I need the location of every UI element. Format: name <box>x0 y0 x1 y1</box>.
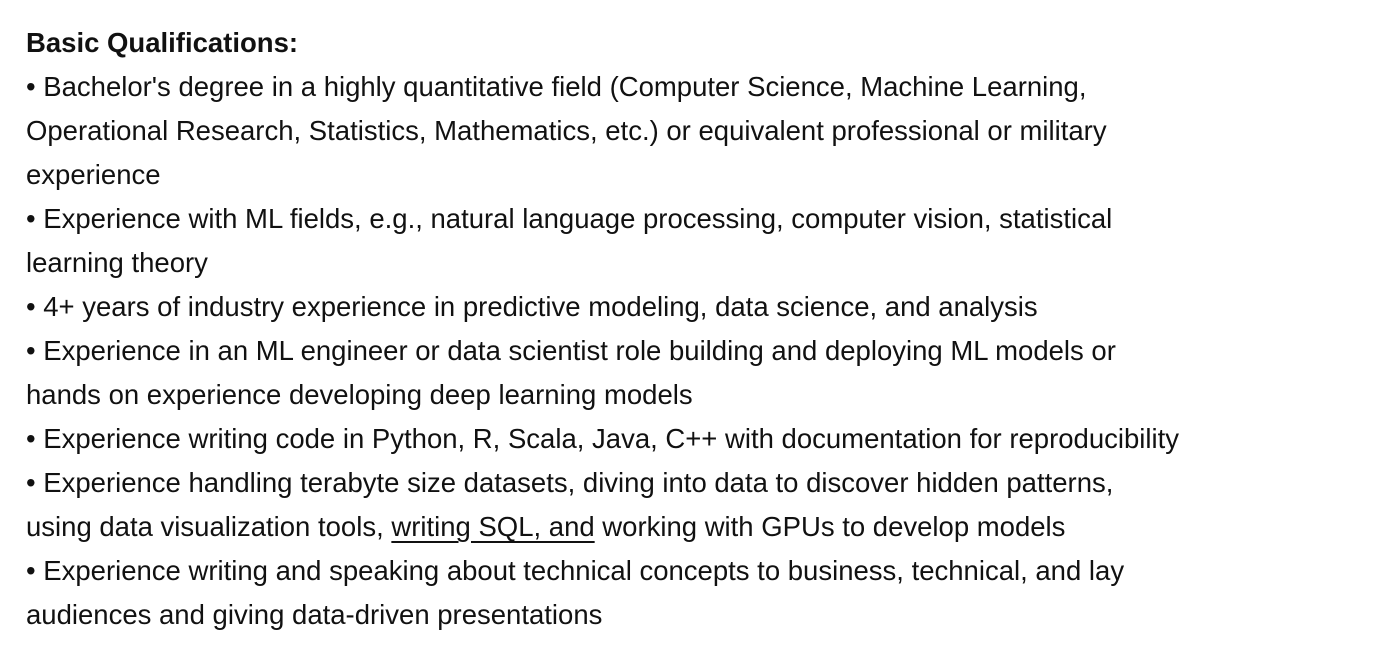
section-heading: Basic Qualifications: <box>26 27 299 58</box>
text-line: • 4+ years of industry experience in pre… <box>26 291 1038 322</box>
text-line: • Experience writing code in Python, R, … <box>26 423 1179 454</box>
underlined-text: writing SQL, and <box>391 511 595 542</box>
text-segment: working with GPUs to develop models <box>594 511 1066 542</box>
text-line: learning theory <box>26 247 208 278</box>
text-line: audiences and giving data-driven present… <box>26 599 603 630</box>
text-line: Operational Research, Statistics, Mathem… <box>26 115 1107 146</box>
text-line: hands on experience developing deep lear… <box>26 379 693 410</box>
text-line: • Bachelor's degree in a highly quantita… <box>26 71 1087 102</box>
text-line: experience <box>26 159 161 190</box>
text-line: • Experience handling terabyte size data… <box>26 467 1114 498</box>
text-line: • Experience in an ML engineer or data s… <box>26 335 1116 366</box>
text-line: • Experience writing and speaking about … <box>26 555 1125 586</box>
text-line-with-underline: using data visualization tools, writing … <box>26 505 1366 549</box>
qualifications-document: Basic Qualifications: • Bachelor's degre… <box>26 21 1366 637</box>
text-line: • Experience with ML fields, e.g., natur… <box>26 203 1113 234</box>
text-segment: using data visualization tools, <box>26 511 392 542</box>
